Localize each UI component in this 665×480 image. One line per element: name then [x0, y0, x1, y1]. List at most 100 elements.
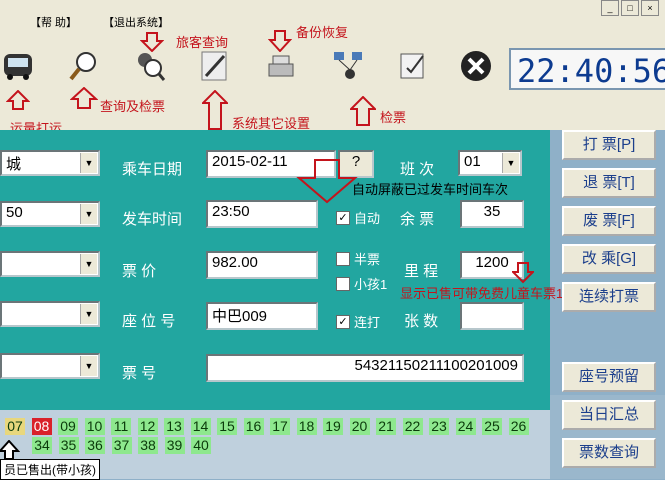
count-input[interactable] [460, 302, 524, 330]
seat-tooltip: 员已售出(带小孩) [0, 459, 100, 480]
auto-checkbox[interactable]: ✓ 自动 [336, 208, 380, 227]
note-backup: 备份恢复 [296, 25, 349, 40]
child-checkbox[interactable]: 小孩1 [336, 274, 387, 293]
minimize-icon[interactable]: _ [601, 0, 619, 16]
ticket-no-label: 票 号 [122, 365, 157, 382]
chevron-down-icon[interactable]: ▼ [80, 304, 97, 324]
trip-value: 01 [464, 153, 481, 170]
magnifier-icon [69, 52, 96, 81]
seat-19[interactable]: 19 [323, 418, 343, 435]
seat-21[interactable]: 21 [376, 418, 396, 435]
origin-station-select[interactable]: 城 ▼ [0, 150, 100, 176]
half-ticket-checkbox[interactable]: 半票 [336, 249, 380, 268]
seat-20[interactable]: 20 [349, 418, 370, 435]
seat-07[interactable]: 07 [5, 418, 25, 435]
maximize-icon[interactable]: □ [621, 0, 639, 16]
seat-25[interactable]: 25 [482, 418, 502, 435]
seat-38[interactable]: 38 [138, 437, 158, 454]
ticket-no-input[interactable]: 5432115021110020100​9 [206, 354, 524, 382]
note-auto-hide: 自动屏蔽已过发车时间车次 [352, 182, 509, 197]
note-passenger-query: 旅客查询 [176, 35, 229, 50]
seat-15[interactable]: 15 [217, 418, 237, 435]
arrow-down-icon [140, 32, 164, 52]
ticket-count-query-button[interactable]: 票数查询 [562, 438, 656, 468]
checkbox-checked-icon: ✓ [336, 314, 350, 329]
chevron-down-icon[interactable]: ▼ [80, 204, 97, 224]
arrow-up-icon [202, 90, 228, 130]
seat-22[interactable]: 22 [402, 418, 423, 435]
close-window-icon[interactable]: × [641, 0, 659, 16]
route-select[interactable]: 50 ▼ [0, 201, 100, 227]
window-controls: _ □ × [601, 0, 659, 16]
seat-08[interactable]: 08 [31, 418, 52, 435]
arrow-down-icon [268, 30, 292, 52]
seat-18[interactable]: 18 [296, 418, 317, 435]
vehicle-select[interactable]: ▼ [0, 301, 100, 327]
seat-reserve-button[interactable]: 座号预留 [562, 362, 656, 392]
seat-35[interactable]: 35 [58, 437, 79, 454]
chevron-down-icon[interactable]: ▼ [80, 254, 97, 274]
passenger-type-select[interactable]: ▼ [0, 353, 100, 379]
seat-37[interactable]: 37 [111, 437, 132, 454]
arrow-up-icon [6, 90, 30, 110]
passenger-query-button[interactable] [131, 48, 167, 84]
seat-17[interactable]: 17 [270, 418, 290, 435]
bus-transport-button[interactable] [0, 48, 36, 84]
seat-10[interactable]: 10 [84, 418, 105, 435]
arrow-up-icon [0, 440, 20, 460]
half-ticket-label: 半票 [354, 252, 381, 267]
seat-24[interactable]: 24 [455, 418, 476, 435]
system-settings-button[interactable] [196, 48, 232, 84]
void-ticket-button[interactable]: 废 票[F] [562, 206, 656, 236]
print-label: 连打 [354, 315, 381, 330]
note-child-ticket: 显示已售可带免费儿童车票1张 [400, 286, 577, 301]
trip-select[interactable]: 01 ▼ [458, 150, 522, 176]
change-ticket-button[interactable]: 改 乘[G] [562, 244, 656, 274]
edit-document-button[interactable] [395, 48, 431, 84]
daily-summary-button[interactable]: 当日汇总 [562, 400, 656, 430]
check-ticket-button[interactable] [330, 48, 366, 84]
seat-16[interactable]: 16 [243, 418, 264, 435]
query-check-button[interactable] [66, 48, 102, 84]
destination-select[interactable]: ▼ [0, 251, 100, 277]
menu-help[interactable]: 【帮 助】 [30, 14, 77, 30]
print-ticket-button[interactable]: 打 票[P] [562, 130, 656, 160]
depart-time-label: 发车时间 [122, 211, 183, 228]
price-input[interactable]: 982.00 [206, 251, 318, 279]
database-icon [268, 55, 294, 77]
seat-34[interactable]: 34 [32, 437, 52, 454]
seat-14[interactable]: 14 [190, 418, 211, 435]
seat-26[interactable]: 26 [508, 418, 529, 435]
chevron-down-icon[interactable]: ▼ [80, 356, 97, 376]
edit-document-icon [400, 53, 424, 79]
continuous-print-checkbox[interactable]: ✓ 连打 [336, 312, 380, 331]
seat-12[interactable]: 12 [137, 418, 158, 435]
seat-23[interactable]: 23 [429, 418, 449, 435]
child-label: 小孩1 [354, 277, 388, 292]
refund-ticket-button[interactable]: 退 票[T] [562, 168, 656, 198]
seat-13[interactable]: 13 [164, 418, 184, 435]
menu-exit[interactable]: 【退出系统】 [103, 14, 169, 30]
note-check-ticket: 检票 [380, 110, 407, 125]
seat-09[interactable]: 09 [58, 418, 78, 435]
chevron-down-icon[interactable]: ▼ [502, 153, 519, 173]
exit-button[interactable] [458, 48, 494, 84]
checkbox-icon [336, 276, 350, 291]
checkbox-checked-icon: ✓ [336, 210, 350, 225]
close-circle-icon [461, 51, 491, 81]
seat-36[interactable]: 36 [85, 437, 105, 454]
seat-input[interactable]: 中巴009 [206, 302, 318, 330]
backup-restore-button[interactable] [263, 48, 299, 84]
seat-11[interactable]: 11 [111, 418, 131, 435]
continuous-print-button[interactable]: 连续打票 [562, 282, 656, 312]
pen-paper-icon [201, 51, 227, 81]
seat-39[interactable]: 39 [164, 437, 185, 454]
arrow-down-icon [512, 262, 534, 284]
passenger-search-icon [138, 53, 166, 81]
trip-label: 班 次 [400, 161, 435, 178]
seat-40[interactable]: 40 [191, 437, 211, 454]
remaining-value: 35 [460, 200, 524, 228]
arrow-up-icon [350, 96, 376, 126]
seat-label: 座 位 号 [122, 313, 176, 330]
chevron-down-icon[interactable]: ▼ [80, 153, 97, 173]
